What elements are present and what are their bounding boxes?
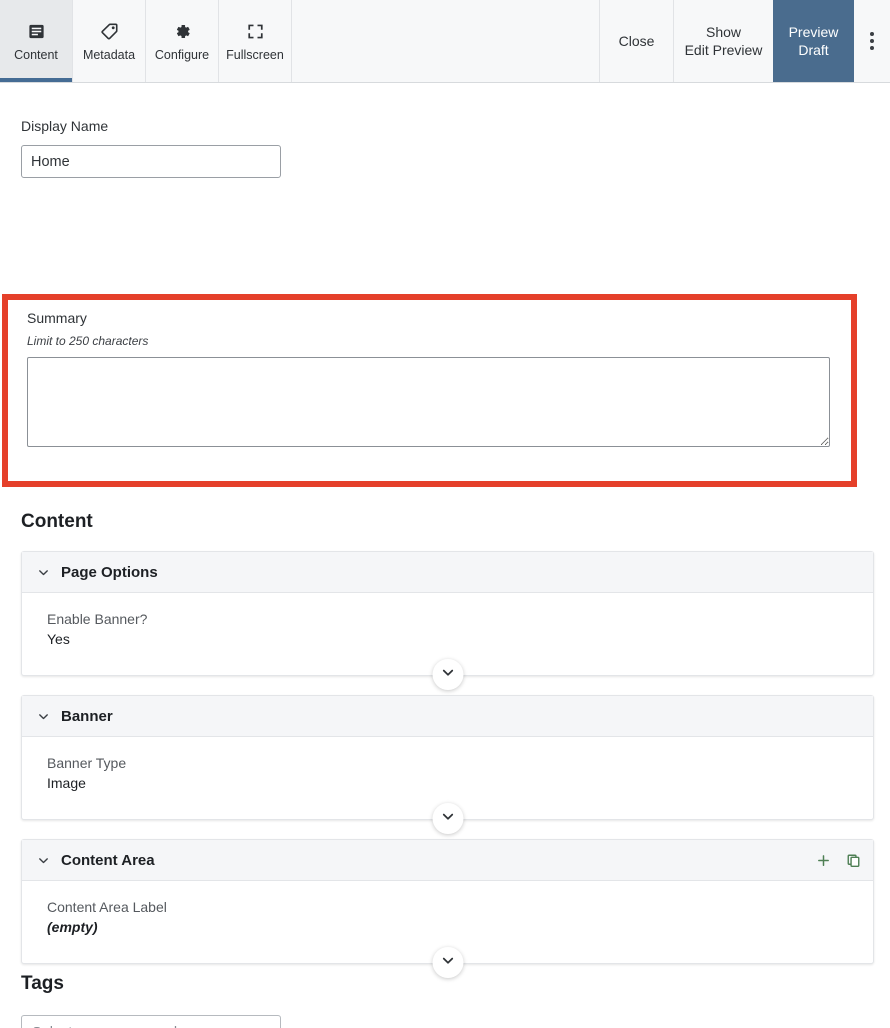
chevron-down-icon (440, 665, 455, 685)
close-button[interactable]: Close (599, 0, 673, 82)
preview-draft-button[interactable]: Preview Draft (773, 0, 854, 82)
panel-title: Page Options (61, 563, 158, 581)
panel-expand-button[interactable] (432, 659, 463, 690)
gear-icon (173, 21, 192, 43)
panel-banner: Banner Banner Type Image (21, 695, 874, 834)
fullscreen-icon (246, 21, 265, 43)
tags-field-group: Select one or more values... (21, 1015, 281, 1028)
panel-header[interactable]: Page Options (22, 552, 873, 593)
tab-configure-label: Configure (154, 47, 210, 62)
content-panel-list: Page Options Enable Banner? Yes Banner B… (21, 551, 874, 983)
chevron-down-icon[interactable] (36, 853, 50, 867)
panel-header[interactable]: Content Area (22, 840, 873, 881)
plus-icon[interactable] (816, 853, 831, 868)
summary-textarea[interactable] (27, 357, 830, 447)
top-toolbar: Content Metadata Configure Fullscreen Cl… (0, 0, 890, 83)
chevron-down-icon (257, 1024, 270, 1028)
chevron-down-icon (440, 809, 455, 829)
panel-expand-button[interactable] (432, 803, 463, 834)
chevron-down-icon[interactable] (36, 709, 50, 723)
summary-label: Summary (27, 310, 87, 326)
property-value: Yes (47, 631, 70, 647)
panel-page-options: Page Options Enable Banner? Yes (21, 551, 874, 690)
tab-fullscreen[interactable]: Fullscreen (219, 0, 292, 82)
panel-title: Content Area (61, 851, 155, 869)
property-label: Banner Type (47, 755, 127, 771)
panel-expand-button[interactable] (432, 947, 463, 978)
display-name-field-group: Display Name (0, 83, 890, 178)
summary-field-group: Summary Limit to 250 characters (8, 300, 851, 452)
property-label: Content Area Label (47, 899, 167, 915)
tab-configure[interactable]: Configure (146, 0, 219, 82)
show-edit-preview-button[interactable]: Show Edit Preview (673, 0, 773, 82)
property-label: Enable Banner? (47, 611, 148, 627)
tags-select-placeholder: Select one or more values... (32, 1025, 257, 1028)
display-name-input[interactable] (21, 145, 281, 178)
summary-field-group-highlight: Summary Limit to 250 characters (2, 294, 857, 487)
close-button-label: Close (618, 33, 655, 49)
tab-content-label: Content (14, 47, 58, 62)
show-edit-preview-line2: Edit Preview (684, 42, 763, 58)
property-value: (empty) (47, 919, 98, 935)
tab-metadata-label: Metadata (82, 47, 136, 62)
copy-icon[interactable] (846, 853, 861, 868)
tags-section-title: Tags (21, 973, 64, 994)
document-lines-icon (27, 21, 46, 43)
tab-fullscreen-label: Fullscreen (226, 47, 284, 62)
display-name-label: Display Name (21, 118, 109, 134)
show-edit-preview-line1: Show (705, 24, 742, 40)
tab-content[interactable]: Content (0, 0, 73, 82)
panel-header-actions (816, 853, 861, 868)
property-value: Image (47, 775, 86, 791)
panel-header[interactable]: Banner (22, 696, 873, 737)
tag-icon (100, 21, 119, 43)
chevron-down-icon[interactable] (36, 565, 50, 579)
summary-hint: Limit to 250 characters (27, 334, 149, 348)
panel-title: Banner (61, 707, 113, 725)
tags-select[interactable]: Select one or more values... (21, 1015, 281, 1028)
panel-content-area: Content Area Content Area Label (empty) (21, 839, 874, 978)
preview-draft-line2: Draft (798, 42, 829, 58)
more-vertical-icon[interactable] (854, 0, 890, 82)
tab-metadata[interactable]: Metadata (73, 0, 146, 82)
content-section-title: Content (21, 511, 93, 532)
preview-draft-line1: Preview (788, 24, 839, 40)
chevron-down-icon (440, 953, 455, 973)
editor-body: Display Name Summary Limit to 250 charac… (0, 83, 890, 1028)
